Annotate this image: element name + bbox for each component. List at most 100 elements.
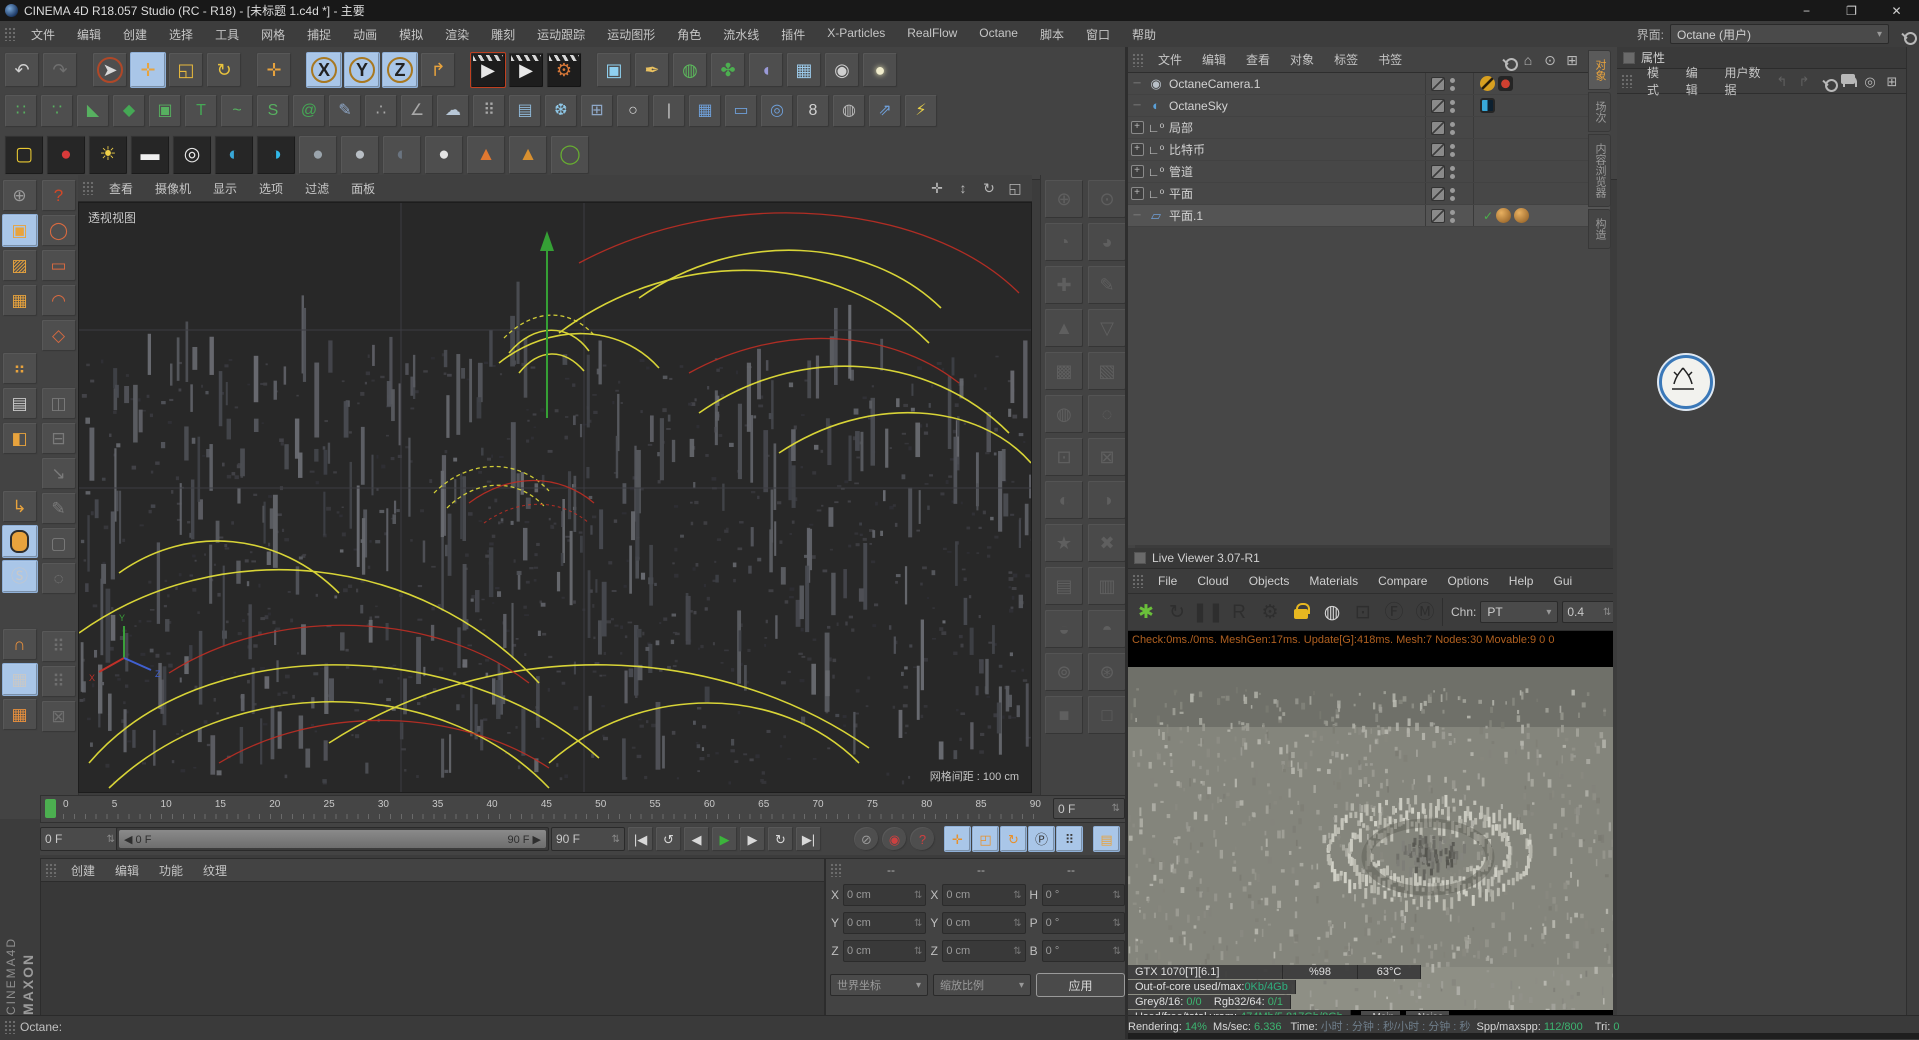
menu-item[interactable]: 角色 <box>666 26 712 43</box>
sculpt-tool-0[interactable]: ⊕ <box>1044 179 1084 219</box>
play-button[interactable]: ▶ <box>711 826 738 852</box>
editor-toggle[interactable] <box>1431 165 1445 179</box>
material-tag-icon[interactable] <box>1496 208 1511 223</box>
selection-rect-tool[interactable]: ▭ <box>41 249 77 282</box>
menu-item[interactable]: 工具 <box>204 26 250 43</box>
octane-render-button[interactable]: ● <box>46 135 86 175</box>
palette-grip[interactable] <box>1132 53 1144 67</box>
sculpt-tool-24[interactable]: ■ <box>1044 695 1084 735</box>
pen-edit-tool-button[interactable]: ✎ <box>41 492 77 525</box>
z-axis-lock[interactable]: Z <box>382 52 418 88</box>
menu-item[interactable]: 流水线 <box>712 26 770 43</box>
manager-tab-1[interactable]: 对象 <box>1588 50 1611 90</box>
object-name[interactable]: 局部 <box>1169 119 1193 136</box>
live-viewer-menu-item[interactable]: Compare <box>1368 574 1437 588</box>
sculpt-tool-20[interactable]: ◒ <box>1044 609 1084 649</box>
text-object-button[interactable]: T <box>184 94 218 128</box>
key-rotation-toggle[interactable]: ↻ <box>1000 826 1027 852</box>
end-frame-spinner[interactable]: 90 F⇅ <box>551 827 625 851</box>
coord-field[interactable]: 0 °⇅ <box>1042 884 1125 906</box>
visibility-dots[interactable] <box>1450 188 1455 193</box>
torus-wire-button[interactable]: ◎ <box>760 94 794 128</box>
object-manager-menu-item[interactable]: 书签 <box>1368 51 1412 68</box>
coord-field[interactable]: 0 °⇅ <box>1042 912 1125 934</box>
quantize-lock-button[interactable]: ▦ <box>2 663 38 696</box>
selection-lasso-tool[interactable]: ◠ <box>41 284 77 317</box>
menu-item[interactable]: 运动图形 <box>596 26 666 43</box>
spline-spiral-button[interactable]: @ <box>292 94 326 128</box>
sculpt-tool-17[interactable]: ✖ <box>1087 523 1127 563</box>
focus-picker-button[interactable]: Ⓕ <box>1380 598 1408 626</box>
object-row[interactable]: +∟⁰比特币 <box>1128 139 1610 161</box>
object-manager-menu-item[interactable]: 查看 <box>1236 51 1280 68</box>
visibility-dots[interactable] <box>1450 210 1455 215</box>
manager-tab-3[interactable]: 内容浏览器 <box>1588 134 1611 207</box>
menu-item[interactable]: 渲染 <box>434 26 480 43</box>
timeline-ruler[interactable]: 051015202530354045505560657075808590 0 F… <box>40 795 1130 823</box>
search-icon[interactable] <box>1496 50 1516 70</box>
add-primitive-button[interactable]: ▣ <box>596 52 632 88</box>
menu-item[interactable]: 雕刻 <box>480 26 526 43</box>
octane-hdri-env-button[interactable]: ◑ <box>256 135 296 175</box>
channel-select[interactable]: PT▾ <box>1480 601 1558 623</box>
sculpt-tool-1[interactable]: ⊙ <box>1087 179 1127 219</box>
sculpt-tool-23[interactable]: ⊛ <box>1087 652 1127 692</box>
autokey-help-button[interactable]: ? <box>909 826 936 852</box>
coord-field[interactable]: 0 cm⇅ <box>942 940 1025 962</box>
editor-toggle[interactable] <box>1431 99 1445 113</box>
material-tag-icon[interactable] <box>1514 208 1529 223</box>
editor-toggle[interactable] <box>1431 209 1445 223</box>
attribute-menu-item[interactable]: 用户数据 <box>1715 64 1773 98</box>
octane-arealight-button[interactable]: ▬ <box>130 135 170 175</box>
add-spline-button[interactable]: ✒ <box>634 52 670 88</box>
timeline-playhead[interactable] <box>45 799 56 818</box>
spline-wave-button[interactable]: ~ <box>220 94 254 128</box>
render-region-button[interactable]: R <box>1225 598 1253 626</box>
dot-grid-button[interactable]: ⠿ <box>472 94 506 128</box>
sphere-white-button[interactable]: ○ <box>616 94 650 128</box>
viewport-menu-item[interactable]: 摄像机 <box>144 180 202 197</box>
help-tool-button[interactable]: ? <box>41 179 77 212</box>
sculpt-tool-21[interactable]: ◓ <box>1087 609 1127 649</box>
editor-toggle[interactable] <box>1431 143 1445 157</box>
keyframe-panel-button[interactable]: ▤ <box>1093 826 1120 852</box>
sky-tag-icon[interactable] <box>1480 98 1495 113</box>
material-preview-button[interactable]: ◍ <box>1318 598 1346 626</box>
viewport-menu-item[interactable]: 查看 <box>98 180 144 197</box>
redo-button[interactable]: ↷ <box>42 52 78 88</box>
history-back-icon[interactable]: ↰ <box>1772 71 1792 91</box>
palette-grip[interactable] <box>4 27 16 41</box>
viewport-menu-item[interactable]: 选项 <box>248 180 294 197</box>
menu-item[interactable]: 运动跟踪 <box>526 26 596 43</box>
add-environment-button[interactable]: ▦ <box>786 52 822 88</box>
editor-toggle[interactable] <box>1431 187 1445 201</box>
palette-grip[interactable] <box>1132 574 1144 588</box>
octane-vdb-volume-button[interactable]: ▲ <box>466 135 506 175</box>
live-viewer-menu-item[interactable]: Help <box>1499 574 1544 588</box>
selection-circle-tool[interactable]: ◯ <box>41 214 77 247</box>
add-light-button[interactable]: ● <box>862 52 898 88</box>
next-key-button[interactable]: ↻ <box>767 826 794 852</box>
frame-range-slider[interactable]: ◀ 0 F 90 F ▶ <box>116 827 549 851</box>
octane-ies-light-button[interactable]: ◎ <box>172 135 212 175</box>
coord-system-toggle[interactable]: ↱ <box>420 52 456 88</box>
sculpt-tool-15[interactable]: ◑ <box>1087 480 1127 520</box>
samples-spinner[interactable]: 0.4⇅ <box>1562 601 1613 623</box>
sphere-edit-tool-button[interactable]: ◌ <box>41 562 77 595</box>
sculpt-tool-4[interactable]: ✚ <box>1044 265 1084 305</box>
render-view-button[interactable]: ▶ <box>470 52 506 88</box>
restart-render-button[interactable]: ↻ <box>1163 598 1191 626</box>
angle-measure-button[interactable]: ∠ <box>400 94 434 128</box>
expand-icon[interactable]: + <box>1131 165 1144 178</box>
object-name[interactable]: OctaneSky <box>1169 99 1228 113</box>
dots-palette-button-1[interactable]: ⠿ <box>41 630 77 663</box>
object-row[interactable]: ─◐OctaneSky <box>1128 95 1610 117</box>
palette-grip[interactable] <box>1621 74 1633 88</box>
add-panel-icon[interactable]: ⊞ <box>1882 71 1902 91</box>
close-button[interactable]: ✕ <box>1874 0 1919 21</box>
viewport-menu-item[interactable]: 过滤 <box>294 180 340 197</box>
sculpt-tool-10[interactable]: ◍ <box>1044 394 1084 434</box>
rotate-view-icon[interactable]: ↻ <box>978 178 1000 198</box>
search-icon[interactable] <box>1895 24 1915 44</box>
spline-s-button[interactable]: S <box>256 94 290 128</box>
